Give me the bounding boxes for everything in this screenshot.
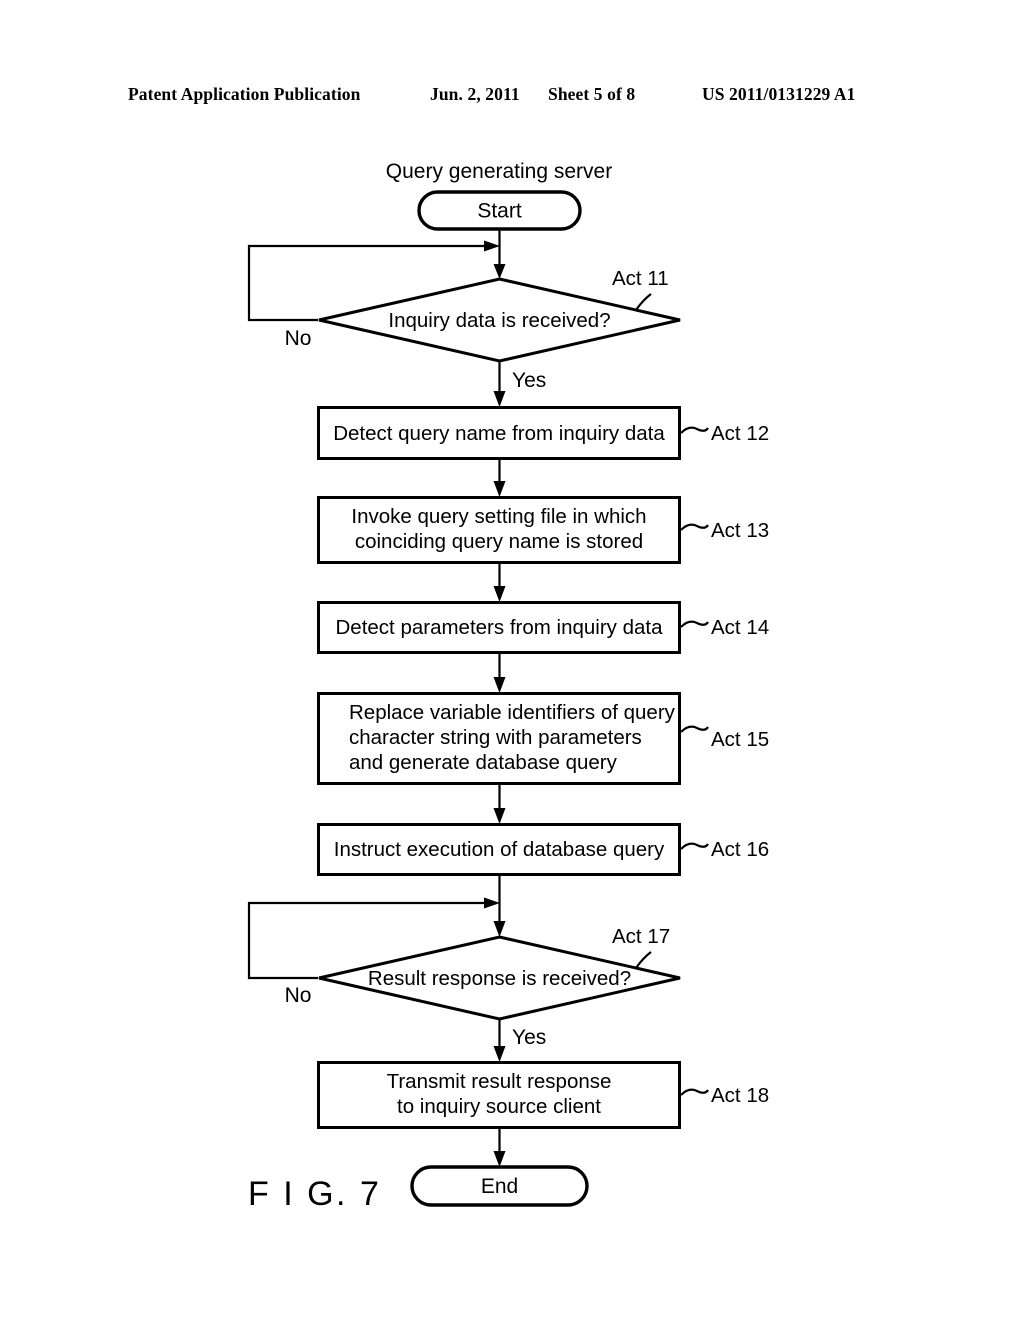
act18-process-label-line2: to inquiry source client — [397, 1095, 601, 1118]
act14-reference-label: Act 14 — [711, 616, 769, 639]
act11-reference-label: Act 11 — [612, 267, 669, 290]
arrowhead-into-act16 — [493, 808, 506, 824]
act17-no-label: No — [285, 984, 312, 1007]
act17-decision-label: Result response is received? — [368, 967, 631, 990]
arrowhead-into-act17 — [493, 921, 506, 937]
diagram-title: Query generating server — [386, 160, 612, 183]
act12-process-label: Detect query name from inquiry data — [333, 422, 665, 445]
act18-reference-label: Act 18 — [711, 1084, 769, 1107]
arrowhead-loop-no-act11 — [484, 240, 500, 252]
act17-reference-label: Act 17 — [612, 925, 670, 948]
act13-leader-line — [680, 523, 709, 531]
act16-reference-label: Act 16 — [711, 838, 769, 861]
flowchart-canvas: Query generating server Start No Inquiry… — [247, 160, 769, 1213]
act17-leader-line — [635, 951, 652, 969]
act13-process-label-line1: Invoke query setting file in which — [351, 505, 646, 528]
figure-label: F I G. 7 — [248, 1175, 381, 1213]
act12-leader-line — [680, 426, 709, 434]
act11-no-label: No — [285, 327, 312, 350]
act14-process-label: Detect parameters from inquiry data — [336, 616, 664, 639]
arrowhead-into-end — [493, 1151, 506, 1167]
act15-reference-label: Act 15 — [711, 728, 769, 751]
act17-yes-label: Yes — [512, 1026, 546, 1049]
act12-reference-label: Act 12 — [711, 422, 769, 445]
act18-process-label-line1: Transmit result response — [387, 1070, 612, 1093]
act14-leader-line — [680, 620, 709, 628]
act15-leader-line — [680, 725, 709, 733]
act11-yes-label: Yes — [512, 369, 546, 392]
arrowhead-loop-no-act17 — [484, 897, 500, 909]
act11-decision-label: Inquiry data is received? — [388, 309, 610, 332]
act18-leader-line — [680, 1088, 709, 1096]
arrowhead-into-act11 — [493, 264, 506, 279]
arrowhead-into-act14 — [493, 586, 506, 602]
arrowhead-into-act12 — [493, 391, 506, 407]
act13-process-label-line2: coinciding query name is stored — [355, 530, 643, 553]
act16-process-label: Instruct execution of database query — [334, 838, 665, 861]
act15-process-label-line1: Replace variable identifiers of query — [349, 701, 676, 724]
act11-leader-line — [635, 293, 652, 311]
act16-leader-line — [680, 842, 709, 850]
end-terminal-label: End — [481, 1175, 518, 1198]
arrowhead-into-act18 — [493, 1046, 506, 1062]
arrowhead-into-act13 — [493, 481, 506, 497]
figure-7-flowchart: Query generating server Start No Inquiry… — [0, 0, 1024, 1320]
act15-process-label-line3: and generate database query — [349, 751, 618, 774]
arrowhead-into-act15 — [493, 677, 506, 693]
act13-reference-label: Act 13 — [711, 519, 769, 542]
act15-process-label-line2: character string with parameters — [349, 726, 642, 749]
start-terminal-label: Start — [477, 200, 522, 223]
